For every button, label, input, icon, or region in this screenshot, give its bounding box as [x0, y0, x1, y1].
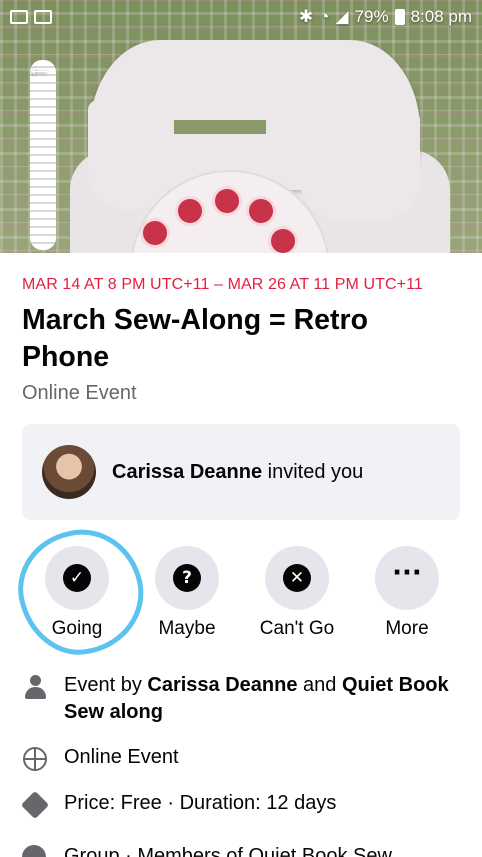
- host-name-1[interactable]: Carissa Deanne: [147, 674, 297, 696]
- event-details: Event by Carissa Deanne and Quiet Book S…: [20, 672, 462, 836]
- location-text: Online Event: [64, 746, 179, 768]
- cant-go-label: Can't Go: [259, 618, 335, 639]
- felt-button: [212, 186, 242, 216]
- more-button[interactable]: ··· More: [352, 546, 462, 640]
- maybe-label: Maybe: [158, 618, 216, 639]
- event-title: March Sew-Along = Retro Phone: [22, 304, 369, 373]
- group-row[interactable]: Group · Members of Quiet Book Sew: [22, 843, 392, 857]
- tag-icon: [20, 790, 50, 820]
- back-arrow-icon[interactable]: ←: [26, 52, 52, 83]
- more-label: More: [385, 618, 429, 639]
- felt-button: [175, 196, 205, 226]
- event-date-range: MAR 14 AT 8 PM UTC+11 – MAR 26 AT 11 PM …: [22, 276, 423, 293]
- inviter-name[interactable]: Carissa Deanne: [112, 461, 262, 483]
- battery-icon: [394, 9, 405, 25]
- question-icon: ?: [173, 564, 201, 592]
- cant-go-button[interactable]: ✕ Can't Go: [242, 546, 352, 640]
- host-prefix: Event by: [64, 674, 148, 696]
- avatar[interactable]: [42, 445, 96, 499]
- host-text: Event by Carissa Deanne and Quiet Book S…: [64, 672, 462, 726]
- wifi-icon: ◔: [319, 7, 330, 26]
- globe-icon: [22, 746, 48, 772]
- group-icon: [22, 844, 46, 857]
- more-circle[interactable]: ···: [375, 546, 439, 610]
- host-join: and: [297, 674, 342, 696]
- handset-left-cup: [88, 100, 174, 210]
- event-type: Online Event: [22, 382, 137, 404]
- cant-go-circle[interactable]: ✕: [265, 546, 329, 610]
- invite-text: Carissa Deanne invited you: [112, 461, 363, 484]
- person-icon: [22, 674, 48, 700]
- bluetooth-icon: ✱: [298, 7, 314, 26]
- phone-cord: [30, 60, 56, 250]
- event-header: MAR 14 AT 8 PM UTC+11 – MAR 26 AT 11 PM …: [22, 276, 462, 405]
- signal-icon: ◢: [335, 7, 349, 26]
- clock: 8:08 pm: [410, 7, 472, 26]
- price-row: Price: Free · Duration: 12 days: [20, 790, 462, 820]
- gallery-icon: [10, 10, 28, 24]
- location-row: Online Event: [22, 744, 462, 772]
- x-icon: ✕: [283, 564, 311, 592]
- more-icon: ···: [392, 558, 422, 588]
- maybe-button[interactable]: ? Maybe: [132, 546, 242, 640]
- event-cover-photo: [0, 0, 482, 253]
- host-row: Event by Carissa Deanne and Quiet Book S…: [22, 672, 462, 726]
- battery-level: 79%: [354, 7, 389, 26]
- group-text: Group · Members of Quiet Book Sew: [64, 845, 392, 857]
- felt-button: [140, 218, 170, 248]
- handset-right-cup: [300, 110, 420, 220]
- price-text: Price: Free · Duration: 12 days: [64, 792, 337, 814]
- highlight-annotation: [7, 518, 155, 666]
- handset-gap: [170, 120, 266, 134]
- mail-icon: [34, 10, 52, 24]
- maybe-circle[interactable]: ?: [155, 546, 219, 610]
- felt-button: [246, 196, 276, 226]
- invite-message: invited you: [262, 460, 364, 483]
- status-bar: ✱ ◔ ◢ 79% 8:08 pm: [0, 0, 482, 34]
- invite-card[interactable]: Carissa Deanne invited you: [22, 424, 460, 520]
- felt-button: [268, 226, 298, 253]
